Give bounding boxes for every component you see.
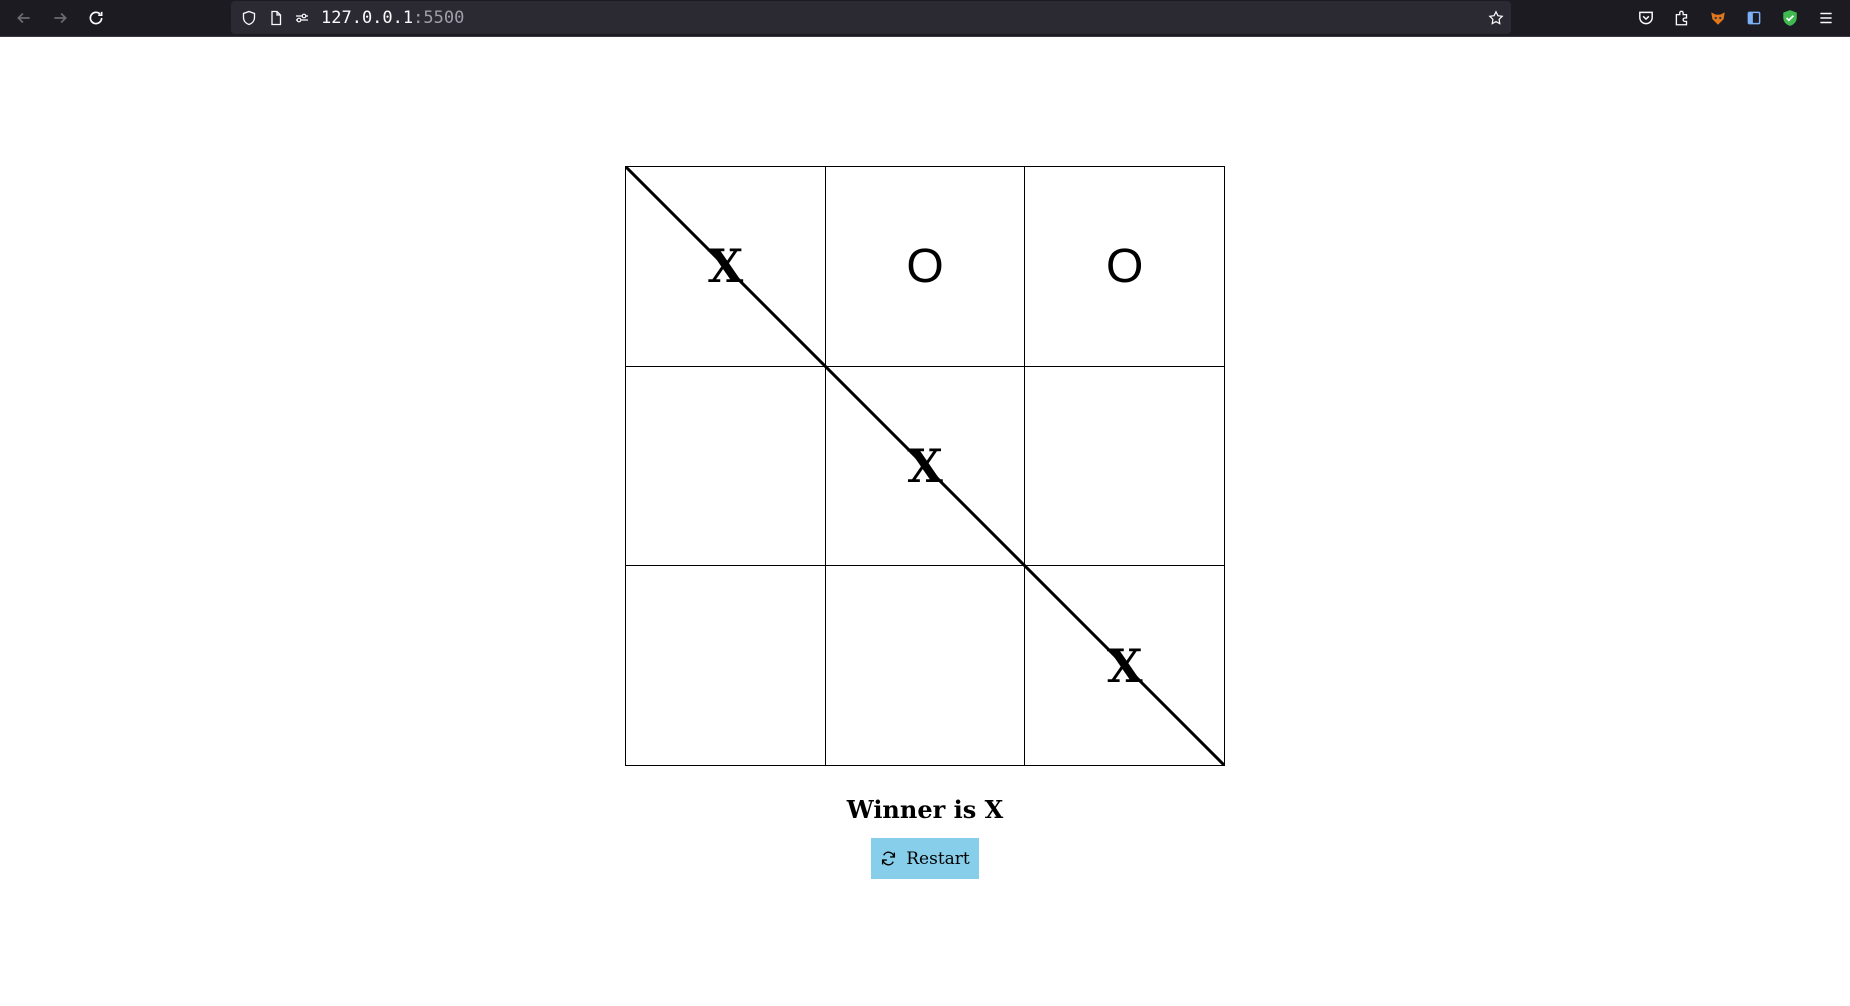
back-arrow-icon[interactable]: [12, 6, 36, 30]
board-cell-2-1[interactable]: [626, 366, 826, 567]
url-host: 127.0.0.1: [321, 8, 414, 28]
shield-check-extension-icon[interactable]: [1779, 7, 1801, 29]
url-port: :5500: [413, 8, 465, 28]
bookmark-star-icon[interactable]: [1487, 9, 1505, 27]
board-cell-1-3[interactable]: O: [1025, 167, 1225, 367]
extensions-icon[interactable]: [1671, 7, 1693, 29]
board-cell-1-1[interactable]: X: [626, 167, 826, 367]
game-board: X O O X X: [625, 166, 1225, 766]
browser-toolbar: 127.0.0.1:5500: [0, 0, 1850, 37]
board-cell-3-1[interactable]: [626, 566, 826, 766]
reload-icon[interactable]: [84, 6, 108, 30]
page-icon[interactable]: [267, 9, 285, 27]
game-status: Winner is X: [846, 795, 1004, 824]
restart-label: Restart: [906, 848, 970, 869]
forward-arrow-icon[interactable]: [48, 6, 72, 30]
restart-button[interactable]: Restart: [871, 838, 979, 879]
sidebar-icon[interactable]: [1743, 7, 1765, 29]
url-text: 127.0.0.1:5500: [321, 8, 464, 28]
refresh-icon: [880, 850, 897, 867]
tracking-protection-shield-icon[interactable]: [240, 9, 258, 27]
address-bar[interactable]: 127.0.0.1:5500: [231, 1, 1511, 34]
board-cell-3-2[interactable]: [825, 566, 1026, 766]
fox-extension-icon[interactable]: [1707, 7, 1729, 29]
board-cell-3-3[interactable]: X: [1025, 566, 1225, 766]
board-cell-2-2[interactable]: X: [825, 366, 1026, 567]
board-cell-1-2[interactable]: O: [825, 167, 1026, 367]
pocket-icon[interactable]: [1635, 7, 1657, 29]
board-cell-2-3[interactable]: [1025, 366, 1225, 567]
permissions-icon[interactable]: [293, 9, 311, 27]
hamburger-menu-icon[interactable]: [1815, 7, 1837, 29]
